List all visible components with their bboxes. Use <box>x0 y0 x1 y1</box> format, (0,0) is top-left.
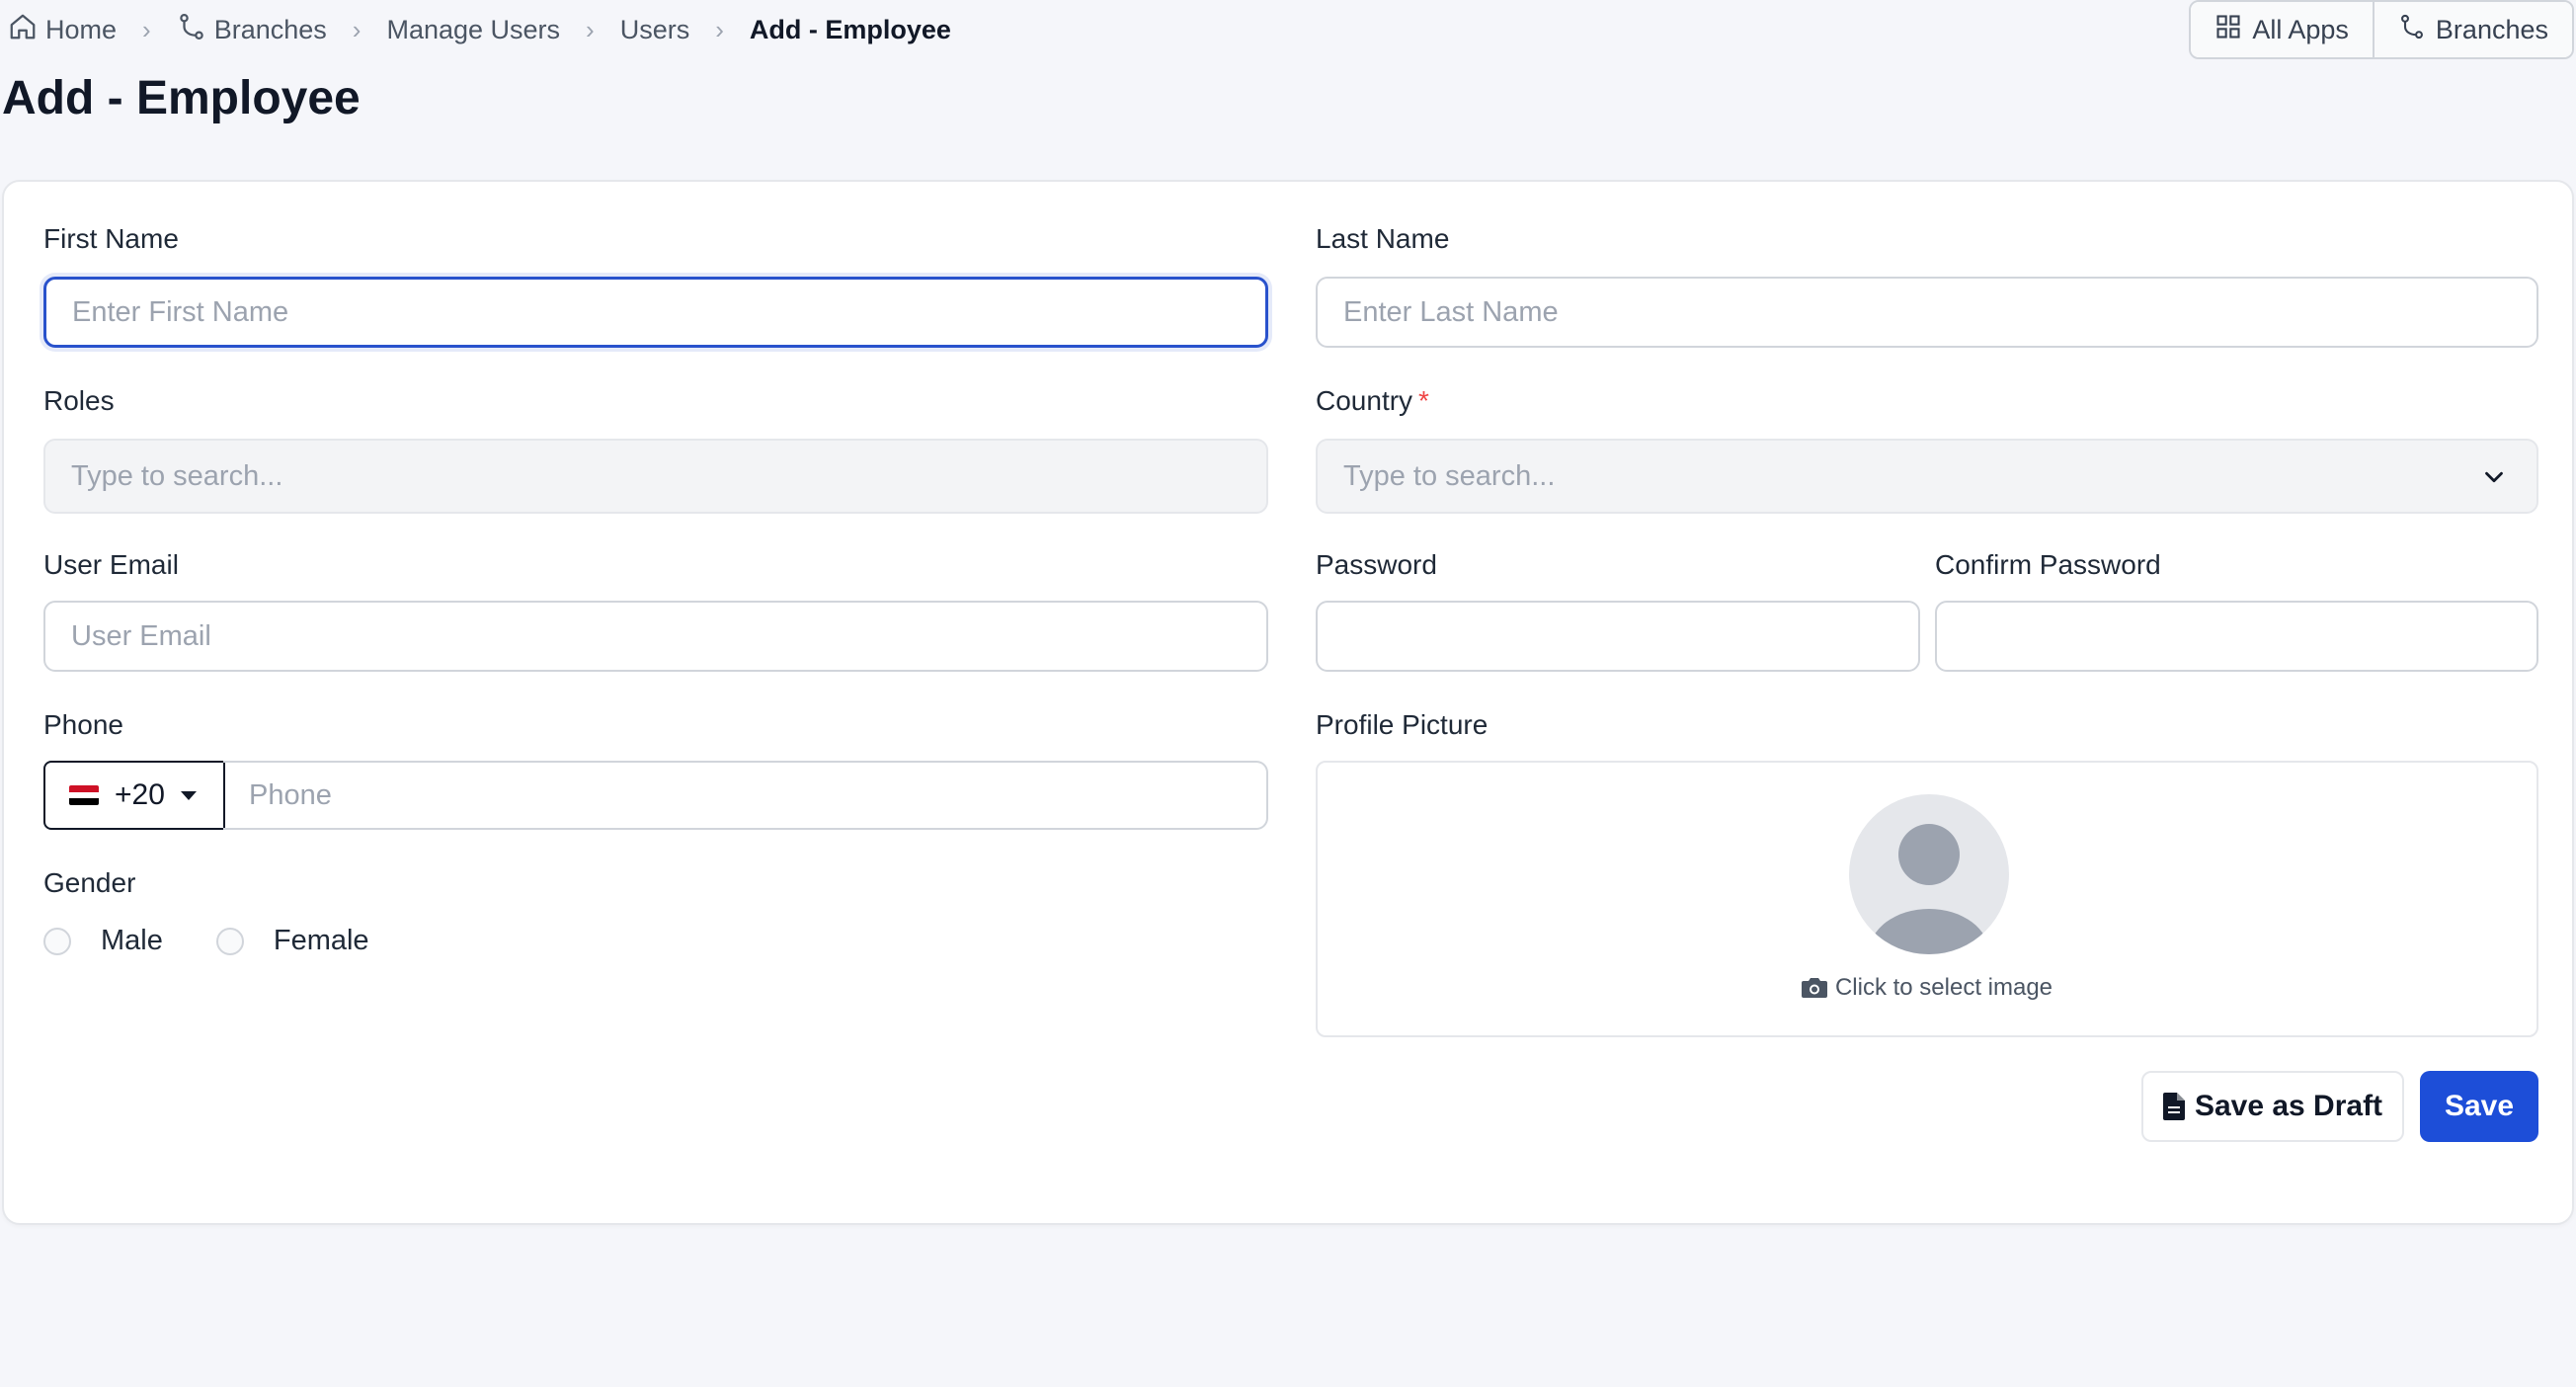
branches-button[interactable]: Branches <box>2372 2 2572 57</box>
confirm-password-label: Confirm Password <box>1935 549 2161 580</box>
breadcrumb: Home › Branches › Manage Users › Users ›… <box>8 10 951 49</box>
phone-label: Phone <box>43 709 123 740</box>
breadcrumb-label: Home <box>45 14 118 44</box>
profile-picture-label: Profile Picture <box>1316 709 1489 740</box>
top-actions: All Apps Branches <box>2189 0 2574 59</box>
chevron-right-icon: › <box>352 14 362 44</box>
breadcrumb-label: Branches <box>213 14 327 44</box>
breadcrumb-label: Manage Users <box>386 14 561 44</box>
phone-input[interactable]: Phone <box>223 761 1268 830</box>
breadcrumb-label: Users <box>619 14 690 44</box>
country-label-text: Country <box>1316 385 1413 416</box>
branches-label: Branches <box>2435 14 2548 44</box>
last-name-label: Last Name <box>1316 223 1450 254</box>
gender-female-label[interactable]: Female <box>274 925 369 957</box>
profile-picture-dropzone[interactable]: Click to select image <box>1316 761 2538 1037</box>
gender-male-label[interactable]: Male <box>101 925 163 957</box>
all-apps-label: All Apps <box>2252 14 2349 44</box>
country-code-value: +20 <box>115 778 165 811</box>
breadcrumb-users[interactable]: Users <box>620 15 690 45</box>
user-email-input[interactable]: User Email <box>43 601 1268 672</box>
page-title: Add - Employee <box>2 72 361 124</box>
country-select[interactable]: Type to search... <box>1316 439 2538 514</box>
employee-form: First Name Enter First Name Last Name En… <box>2 180 2574 1225</box>
gender-label: Gender <box>43 867 136 898</box>
gender-female-radio[interactable] <box>215 927 244 955</box>
country-code-select[interactable]: +20 <box>43 761 225 830</box>
confirm-password-input[interactable] <box>1935 601 2538 672</box>
save-as-draft-label: Save as Draft <box>2194 1090 2383 1122</box>
branch-icon <box>177 12 206 48</box>
first-name-label: First Name <box>43 223 179 254</box>
top-bar: Home › Branches › Manage Users › Users ›… <box>0 0 2576 59</box>
last-name-input[interactable]: Enter Last Name <box>1316 277 2538 348</box>
breadcrumb-current: Add - Employee <box>750 15 951 45</box>
breadcrumb-home[interactable]: Home <box>8 12 117 48</box>
country-placeholder: Type to search... <box>1343 459 1556 492</box>
roles-search-input[interactable]: Type to search... <box>43 439 1268 514</box>
password-input[interactable] <box>1316 601 1920 672</box>
gender-radio-group: Male Female <box>43 925 423 957</box>
caret-down-icon <box>180 790 197 800</box>
password-label: Password <box>1316 549 1437 580</box>
document-icon <box>2162 1093 2185 1120</box>
camera-icon <box>1801 978 1827 998</box>
first-name-input[interactable]: Enter First Name <box>43 277 1268 348</box>
save-button[interactable]: Save <box>2420 1071 2538 1142</box>
home-icon <box>8 12 38 48</box>
avatar-placeholder[interactable] <box>1849 794 2009 954</box>
breadcrumb-manage-users[interactable]: Manage Users <box>386 15 560 45</box>
chevron-right-icon: › <box>586 14 595 44</box>
gender-male-radio[interactable] <box>43 927 71 955</box>
select-image-link[interactable]: Click to select image <box>1318 974 2536 1002</box>
chevron-down-icon <box>2485 471 2503 483</box>
select-image-text: Click to select image <box>1834 974 2053 1001</box>
branch-icon <box>2398 13 2426 47</box>
save-as-draft-button[interactable]: Save as Draft <box>2141 1071 2404 1142</box>
chevron-right-icon: › <box>715 14 724 44</box>
country-label: Country * <box>1316 385 1429 417</box>
all-apps-button[interactable]: All Apps <box>2191 2 2373 57</box>
roles-label: Roles <box>43 385 115 416</box>
breadcrumb-branches[interactable]: Branches <box>177 12 327 48</box>
user-email-label: User Email <box>43 549 179 580</box>
chevron-right-icon: › <box>142 14 151 44</box>
breadcrumb-label: Add - Employee <box>749 14 951 44</box>
grid-icon <box>2214 13 2242 47</box>
required-mark: * <box>1418 385 1429 416</box>
egypt-flag-icon <box>69 785 99 805</box>
